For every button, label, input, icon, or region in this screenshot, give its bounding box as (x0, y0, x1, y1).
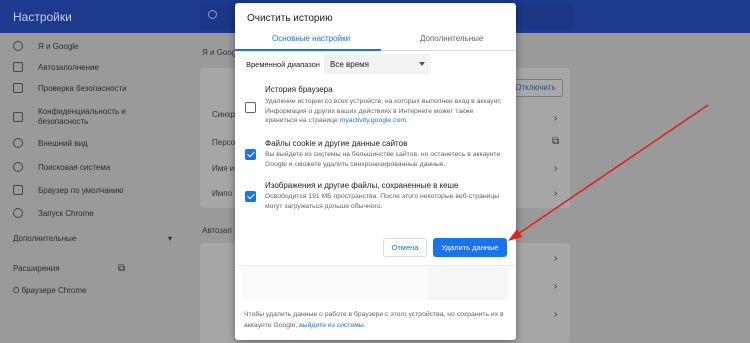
dialog-tabs: Основные настройки Дополнительные (235, 30, 516, 51)
sidebar-item-safety-check[interactable]: Проверка безопасности (0, 78, 190, 100)
time-range-label: Временной диапазон (246, 60, 320, 69)
browser-icon (13, 185, 23, 195)
delete-data-button[interactable]: Удалить данные (433, 238, 507, 257)
cookies-checkbox[interactable] (245, 149, 256, 160)
clipboard-icon (13, 62, 23, 72)
sidebar-item-label: Поисковая система (38, 163, 111, 172)
sidebar-item-label: Браузер по умолчанию (38, 186, 124, 195)
cancel-button[interactable]: Отмена (383, 238, 427, 257)
search-icon (208, 10, 217, 19)
chevron-right-icon[interactable]: › (554, 188, 557, 199)
person-icon (13, 41, 23, 51)
sidebar-about[interactable]: О браузере Chrome (13, 286, 86, 295)
sidebar: Я и Google Автозаполнение Проверка безоп… (0, 33, 190, 343)
row-label[interactable]: Персо (212, 138, 235, 147)
sidebar-item-default-browser[interactable]: Браузер по умолчанию (0, 180, 190, 202)
tab-advanced[interactable]: Дополнительные (420, 34, 483, 43)
option-title: Файлы cookie и другие данные сайтов (265, 139, 408, 148)
sync-info-area (243, 267, 508, 300)
chevron-right-icon[interactable]: › (554, 163, 557, 174)
chevron-down-icon: ▾ (168, 234, 173, 243)
chevron-right-icon[interactable]: › (554, 281, 557, 292)
cache-checkbox[interactable] (245, 191, 256, 202)
section-title: Автозап (202, 226, 232, 235)
sidebar-advanced[interactable]: Дополнительные (13, 234, 76, 243)
history-checkbox[interactable] (245, 102, 256, 113)
sync-info-placeholder (243, 267, 428, 300)
sidebar-item-label: Я и Google (38, 42, 79, 51)
myactivity-link[interactable]: myactivity.google.com. (340, 117, 408, 124)
external-link-icon: ⧉ (118, 263, 126, 274)
chevron-right-icon[interactable]: › (554, 309, 557, 320)
shield-check-icon (13, 83, 23, 93)
sidebar-item-label: Автозаполнение (38, 63, 99, 72)
time-range-value: Все время (330, 60, 369, 69)
row-label[interactable]: Синхр (212, 110, 235, 119)
search-icon (13, 162, 23, 172)
power-icon (13, 208, 23, 218)
sidebar-item-autofill[interactable]: Автозаполнение (0, 57, 190, 79)
option-description: Вы выйдете из системы на большинстве сай… (265, 151, 501, 168)
dropdown-caret-icon (419, 62, 425, 66)
option-description: Освободится 191 МБ пространства. После э… (265, 193, 500, 210)
tab-basic[interactable]: Основные настройки (272, 34, 350, 43)
divider (235, 265, 516, 266)
sidebar-extensions[interactable]: Расширения (13, 264, 60, 273)
sign-out-link[interactable]: выйдите из системы. (299, 322, 365, 329)
palette-icon (13, 138, 23, 148)
sidebar-item-privacy[interactable]: Конфиденциальность и безопасность (0, 103, 190, 133)
sidebar-item-label: Проверка безопасности (38, 84, 127, 93)
sidebar-item-label: Конфиденциальность и безопасность (38, 107, 126, 126)
sidebar-item-label: Внешний вид (38, 139, 88, 148)
sidebar-item-search-engine[interactable]: Поисковая система (0, 157, 190, 179)
app-title: Настройки (13, 10, 72, 24)
sidebar-item-label: Запуск Chrome (38, 209, 94, 218)
active-tab-indicator (235, 49, 381, 51)
clear-history-dialog: Очистить историю Основные настройки Допо… (235, 3, 516, 340)
external-link-icon[interactable]: ⧉ (552, 136, 559, 147)
dialog-title: Очистить историю (247, 13, 333, 24)
sidebar-item-appearance[interactable]: Внешний вид (0, 133, 190, 155)
option-title: Изображения и другие файлы, сохраненные … (265, 181, 459, 190)
option-title: История браузера (265, 85, 333, 94)
sidebar-item-you-google[interactable]: Я и Google (0, 36, 190, 58)
footer-text: Чтобы удалить данные о работе в браузере… (244, 311, 504, 329)
sidebar-item-startup[interactable]: Запуск Chrome (0, 203, 190, 225)
dialog-footer: Чтобы удалить данные о работе в браузере… (244, 309, 509, 331)
shield-icon (13, 112, 23, 122)
time-range-select[interactable]: Все время (324, 54, 431, 74)
chevron-right-icon[interactable]: › (554, 253, 557, 264)
option-description: Удаление истории со всех устройств, на к… (265, 97, 505, 126)
row-label[interactable]: Импо (212, 189, 232, 198)
chevron-right-icon[interactable]: › (554, 113, 557, 124)
disconnect-button[interactable]: Отключить (508, 79, 563, 97)
row-label[interactable]: Имя и (212, 164, 234, 173)
